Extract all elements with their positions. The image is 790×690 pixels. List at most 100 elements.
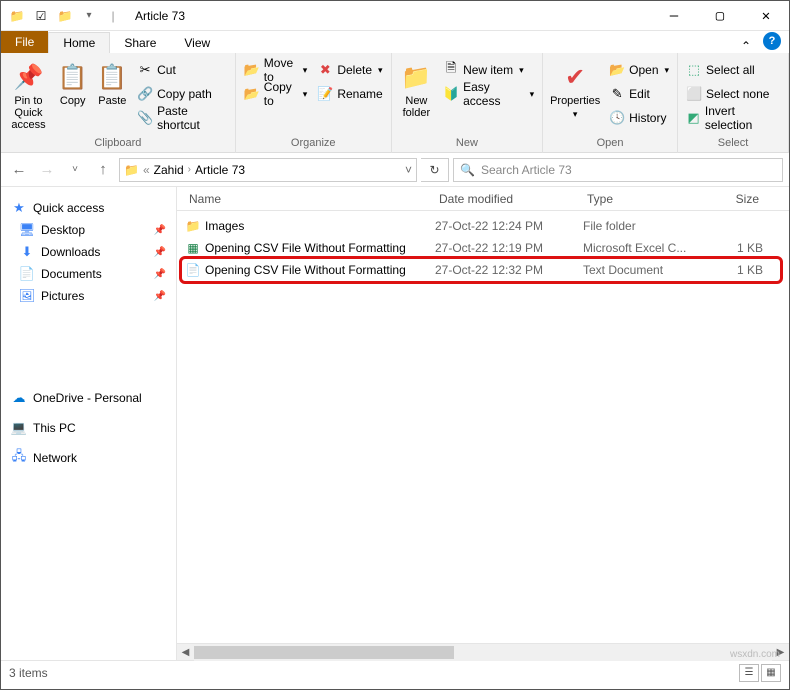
- sidebar-onedrive[interactable]: ☁OneDrive - Personal: [1, 387, 176, 409]
- search-input[interactable]: 🔍 Search Article 73: [453, 158, 783, 182]
- cut-button[interactable]: ✂Cut: [133, 59, 231, 81]
- back-button[interactable]: ←: [7, 158, 31, 182]
- maximize-button[interactable]: ▢: [697, 1, 743, 31]
- file-size: 1 KB: [703, 241, 763, 255]
- tab-view[interactable]: View: [170, 33, 224, 53]
- sidebar-desktop[interactable]: 🖥Desktop📌: [1, 219, 176, 241]
- edit-button[interactable]: ✎Edit: [605, 83, 673, 105]
- move-icon: 📂: [244, 62, 260, 78]
- file-row[interactable]: 📁Images27-Oct-22 12:24 PMFile folder: [177, 215, 789, 237]
- star-icon: ★: [11, 200, 27, 216]
- col-date[interactable]: Date modified: [435, 192, 583, 206]
- sidebar-this-pc[interactable]: 💻This PC: [1, 417, 176, 439]
- delete-button[interactable]: ✖Delete▾: [313, 59, 386, 81]
- pin-icon: 📌: [154, 247, 170, 258]
- sidebar-downloads[interactable]: ⬇Downloads📌: [1, 241, 176, 263]
- file-row[interactable]: 📄Opening CSV File Without Formatting27-O…: [177, 259, 789, 281]
- breadcrumb-sep-icon: ›: [188, 164, 191, 175]
- file-row[interactable]: ▦Opening CSV File Without Formatting27-O…: [177, 237, 789, 259]
- up-button[interactable]: ↑: [91, 158, 115, 182]
- select-none-button[interactable]: ⬜Select none: [682, 83, 784, 105]
- qat-properties-icon[interactable]: ☑: [31, 6, 51, 26]
- pin-icon: 📌: [154, 291, 170, 302]
- qat-folder-icon[interactable]: 📁: [55, 6, 75, 26]
- network-icon: 🖧: [11, 450, 27, 466]
- file-icon: ▦: [185, 240, 201, 256]
- path-sep: «: [143, 163, 150, 177]
- properties-button[interactable]: ✔ Properties ▾: [547, 59, 603, 122]
- col-type[interactable]: Type: [583, 192, 703, 206]
- new-item-button[interactable]: 🗎New item▾: [439, 59, 538, 81]
- open-icon: 📂: [609, 62, 625, 78]
- rename-icon: 📝: [317, 86, 333, 102]
- sidebar-documents[interactable]: 📄Documents📌: [1, 263, 176, 285]
- scroll-left-icon[interactable]: ◀: [177, 647, 194, 658]
- scissors-icon: ✂: [137, 62, 153, 78]
- tab-home[interactable]: Home: [48, 32, 110, 53]
- tab-bar: File Home Share View ⌃ ?: [1, 31, 789, 53]
- select-all-button[interactable]: ⬚Select all: [682, 59, 784, 81]
- breadcrumb-b[interactable]: Article 73: [195, 163, 245, 177]
- easy-access-button[interactable]: 🔰Easy access▾: [439, 83, 538, 105]
- downloads-icon: ⬇: [19, 244, 35, 260]
- file-rows: 📁Images27-Oct-22 12:24 PMFile folder▦Ope…: [177, 211, 789, 643]
- qat-dropdown-icon[interactable]: ▾: [79, 6, 99, 26]
- file-icon: 📁: [185, 218, 201, 234]
- content-area: ★Quick access 🖥Desktop📌 ⬇Downloads📌 📄Doc…: [1, 187, 789, 660]
- recent-button[interactable]: ˅: [63, 158, 87, 182]
- view-icons-button[interactable]: ▦: [761, 664, 781, 682]
- scroll-thumb[interactable]: [194, 646, 454, 659]
- paste-button[interactable]: 📋 Paste: [94, 59, 132, 109]
- rename-button[interactable]: 📝Rename: [313, 83, 386, 105]
- tab-file[interactable]: File: [1, 31, 48, 53]
- sidebar-pictures[interactable]: 🖼Pictures📌: [1, 285, 176, 307]
- copy-button[interactable]: 📋 Copy: [54, 59, 92, 109]
- collapse-ribbon-button[interactable]: ⌃: [733, 39, 759, 53]
- path-folder-icon: 📁: [124, 163, 139, 177]
- close-button[interactable]: ✕: [743, 1, 789, 31]
- view-details-button[interactable]: ☰: [739, 664, 759, 682]
- horizontal-scrollbar[interactable]: ◀ ▶: [177, 643, 789, 660]
- help-icon[interactable]: ?: [763, 32, 781, 50]
- column-headers[interactable]: Name Date modified Type Size: [177, 187, 789, 211]
- open-button[interactable]: 📂Open▾: [605, 59, 673, 81]
- onedrive-icon: ☁: [11, 390, 27, 406]
- thispc-icon: 💻: [11, 420, 27, 436]
- history-button[interactable]: 🕓History: [605, 107, 673, 129]
- group-open: ✔ Properties ▾ 📂Open▾ ✎Edit 🕓History Ope…: [543, 53, 678, 153]
- col-name[interactable]: Name: [185, 192, 435, 206]
- pin-quick-access-button[interactable]: 📌 Pin to Quick access: [5, 59, 52, 133]
- path-box[interactable]: 📁 « Zahid › Article 73 ˅: [119, 158, 417, 182]
- file-date: 27-Oct-22 12:19 PM: [435, 241, 583, 255]
- forward-button[interactable]: →: [35, 158, 59, 182]
- invert-selection-button[interactable]: ◩Invert selection: [682, 107, 784, 129]
- path-dropdown-icon[interactable]: ˅: [405, 163, 412, 177]
- invert-icon: ◩: [686, 110, 701, 126]
- copy-icon: 📋: [57, 61, 89, 93]
- file-type: Microsoft Excel C...: [583, 241, 703, 255]
- copy-to-button[interactable]: 📂Copy to▾: [240, 83, 312, 105]
- file-type: Text Document: [583, 263, 703, 277]
- refresh-button[interactable]: ↻: [421, 158, 449, 182]
- copy-path-button[interactable]: 🔗Copy path: [133, 83, 231, 105]
- history-icon: 🕓: [609, 110, 625, 126]
- file-size: 1 KB: [703, 263, 763, 277]
- col-size[interactable]: Size: [703, 192, 763, 206]
- titlebar: 📁 ☑ 📁 ▾ | Article 73 — ▢ ✕: [1, 1, 789, 31]
- sidebar-quick-access[interactable]: ★Quick access: [1, 197, 176, 219]
- breadcrumb-a[interactable]: Zahid: [154, 163, 184, 177]
- sidebar-network[interactable]: 🖧Network: [1, 447, 176, 469]
- paste-shortcut-button[interactable]: 📎Paste shortcut: [133, 107, 231, 129]
- move-to-button[interactable]: 📂Move to▾: [240, 59, 312, 81]
- edit-icon: ✎: [609, 86, 625, 102]
- new-folder-button[interactable]: 📁 New folder: [396, 59, 437, 121]
- new-item-icon: 🗎: [443, 62, 459, 78]
- minimize-button[interactable]: —: [651, 1, 697, 31]
- scroll-track[interactable]: [194, 644, 772, 661]
- pin-icon: 📌: [12, 61, 44, 93]
- tab-share[interactable]: Share: [110, 33, 170, 53]
- pin-icon: 📌: [154, 225, 170, 236]
- ribbon: 📌 Pin to Quick access 📋 Copy 📋 Paste ✂Cu…: [1, 53, 789, 153]
- address-bar: ← → ˅ ↑ 📁 « Zahid › Article 73 ˅ ↻ 🔍 Sea…: [1, 153, 789, 187]
- folder-icon: 📁: [7, 6, 27, 26]
